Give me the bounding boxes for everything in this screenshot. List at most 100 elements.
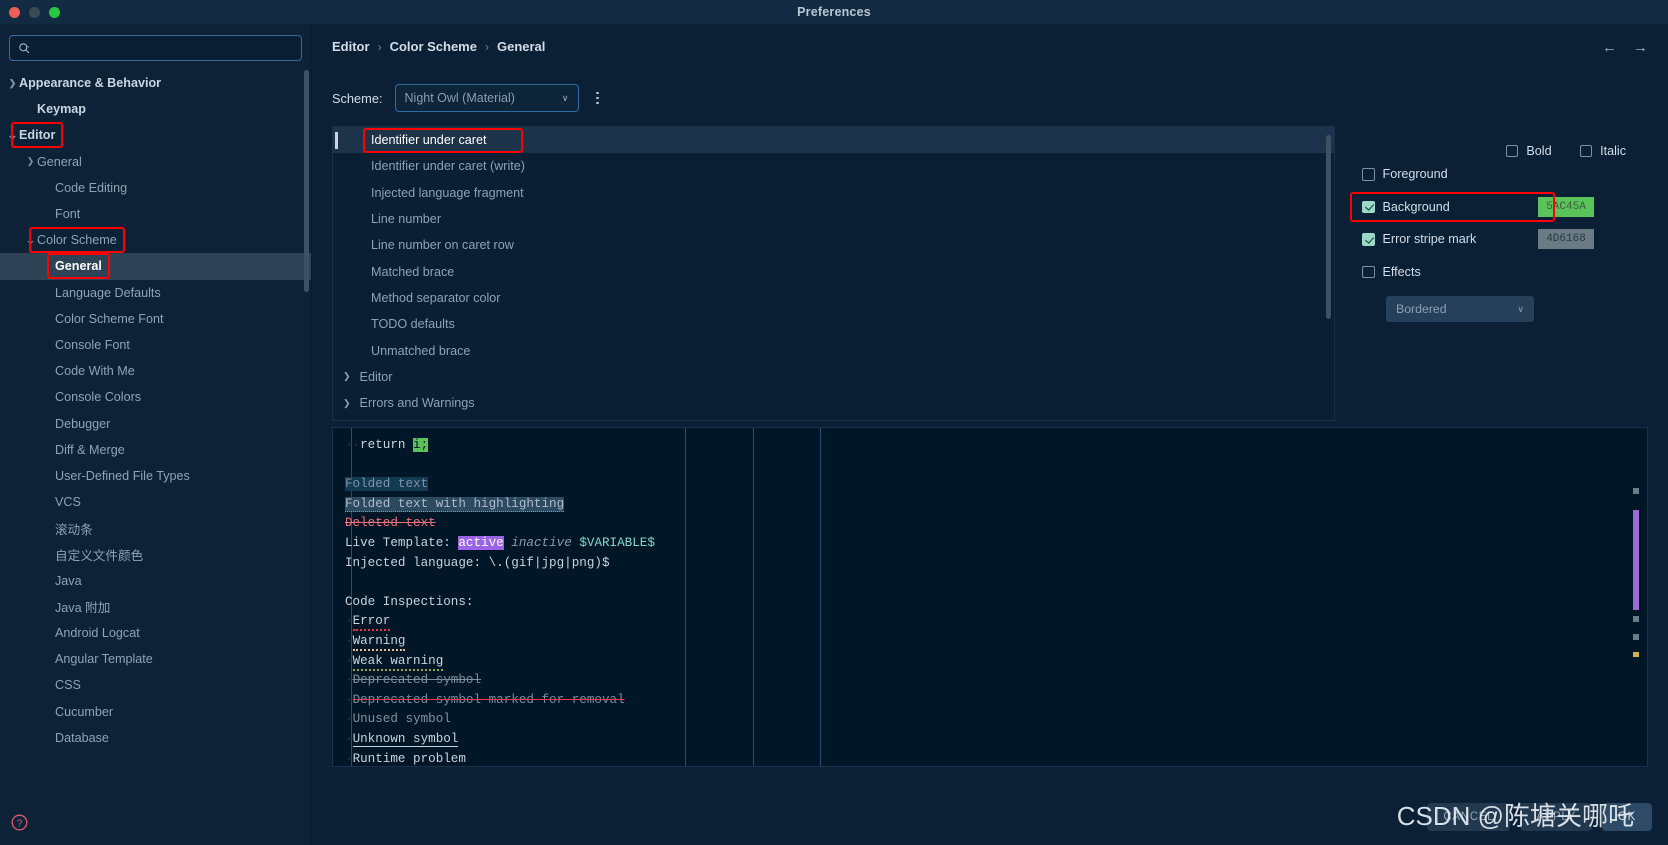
scheme-row: Scheme: Night Owl (Material) ∨	[332, 84, 605, 112]
sidebar-item-language-defaults[interactable]: Language Defaults	[0, 280, 311, 306]
attribute-item[interactable]: Unmatched brace	[333, 337, 1334, 363]
preview-line-folded-highlight: Folded text with highlighting	[345, 496, 565, 512]
breadcrumb-item[interactable]: Color Scheme	[390, 39, 477, 54]
sidebar-item-android-logcat[interactable]: Android Logcat	[0, 620, 311, 646]
foreground-label: Foreground	[1382, 167, 1448, 182]
sidebar-item-console-font[interactable]: Console Font	[0, 332, 311, 358]
apply-button[interactable]: APPLY	[1520, 803, 1592, 831]
preview-line-error: ·Error	[345, 612, 1647, 632]
effects-option-row: Effects	[1350, 256, 1650, 289]
sidebar-item-cucumber[interactable]: Cucumber	[0, 699, 311, 725]
svg-text:?: ?	[17, 818, 23, 829]
error-stripe-color-swatch[interactable]: 4D6168	[1538, 229, 1594, 250]
italic-checkbox-box[interactable]	[1579, 144, 1593, 158]
effects-type-dropdown[interactable]: Bordered ∨	[1386, 296, 1534, 322]
search-box[interactable]	[9, 35, 302, 61]
scheme-options-kebab-icon[interactable]	[591, 87, 605, 109]
italic-checkbox[interactable]: Italic	[1579, 144, 1626, 158]
error-stripe-checkbox[interactable]: Error stripe mark	[1362, 232, 1538, 246]
attribute-group-label: Errors and Warnings	[359, 396, 475, 411]
sidebar-item-editor[interactable]: ⌄ Editor	[0, 122, 311, 148]
attribute-item-label: TODO defaults	[371, 317, 455, 332]
attributes-scrollbar[interactable]	[1326, 135, 1331, 319]
chevron-right-icon[interactable]: ❯	[343, 398, 351, 409]
minimize-window-button[interactable]	[29, 6, 40, 18]
preview-line-injected: Injected language: \.(gif|jpg|png)$	[345, 555, 610, 570]
sidebar-item-vcs[interactable]: VCS	[0, 489, 311, 515]
sidebar-item-label: Angular Template	[55, 652, 153, 667]
zoom-window-button[interactable]	[49, 6, 60, 18]
error-stripe-bar[interactable]	[1633, 488, 1639, 688]
chevron-right-icon[interactable]: ❯	[6, 78, 19, 89]
sidebar-item-database[interactable]: Database	[0, 725, 311, 751]
sidebar-item-angular-template[interactable]: Angular Template	[0, 646, 311, 672]
sidebar-item-diff-merge[interactable]: Diff & Merge	[0, 437, 311, 463]
effects-checkbox[interactable]: Effects	[1362, 265, 1538, 279]
sidebar-item-java-附加[interactable]: Java 附加	[0, 594, 311, 620]
help-button[interactable]: ?	[11, 814, 28, 831]
sidebar-scrollbar[interactable]	[304, 70, 309, 292]
sidebar-item-debugger[interactable]: Debugger	[0, 410, 311, 436]
chevron-down-icon[interactable]: ⌄	[24, 232, 37, 248]
chevron-down-icon[interactable]: ⌄	[6, 127, 19, 143]
sidebar-item-滚动条[interactable]: 滚动条	[0, 515, 311, 541]
search-area	[0, 24, 311, 61]
chevron-right-icon[interactable]: ❯	[343, 371, 351, 382]
attribute-item[interactable]: Line number on caret row	[333, 232, 1334, 258]
font-style-row: Bold Italic	[1350, 126, 1650, 158]
attribute-group[interactable]: ❯ Errors and Warnings	[333, 390, 1334, 416]
sidebar-item-自定义文件颜色[interactable]: 自定义文件颜色	[0, 541, 311, 567]
attribute-item[interactable]: Method separator color	[333, 285, 1334, 311]
attribute-item[interactable]: Matched brace	[333, 258, 1334, 284]
breadcrumb-item[interactable]: Editor	[332, 39, 370, 54]
sidebar-item-label: Cucumber	[55, 704, 114, 719]
scheme-dropdown[interactable]: Night Owl (Material) ∨	[394, 84, 579, 112]
background-color-swatch[interactable]: 5AC45A	[1538, 196, 1594, 217]
breadcrumb-item[interactable]: General	[497, 39, 545, 54]
sidebar-item-label: Appearance & Behavior	[19, 76, 162, 91]
sidebar-item-font[interactable]: Font	[0, 201, 311, 227]
close-window-button[interactable]	[9, 6, 20, 18]
effects-checkbox-box[interactable]	[1362, 265, 1375, 278]
attribute-item[interactable]: Identifier under caret	[333, 127, 1334, 154]
bold-checkbox[interactable]: Bold	[1505, 144, 1552, 158]
sidebar-item-label: Color Scheme Font	[55, 311, 164, 326]
foreground-checkbox[interactable]: Foreground	[1362, 167, 1538, 181]
sidebar-item-color-scheme[interactable]: ⌄ Color Scheme	[0, 227, 311, 253]
sidebar-item-label: Console Colors	[55, 390, 142, 405]
scheme-value: Night Owl (Material)	[404, 91, 515, 105]
chevron-right-icon[interactable]: ❯	[24, 156, 37, 167]
sidebar-item-label: CSS	[55, 678, 81, 693]
background-checkbox[interactable]: Background	[1362, 200, 1538, 214]
attribute-item-label: Identifier under caret (write)	[371, 159, 525, 174]
bold-checkbox-box[interactable]	[1505, 144, 1519, 158]
sidebar-item-css[interactable]: CSS	[0, 672, 311, 698]
preview-line-warning: ·Warning	[345, 632, 1647, 652]
forward-arrow-icon[interactable]: →	[1633, 40, 1648, 55]
background-checkbox-box[interactable]	[1362, 200, 1375, 213]
color-scheme-preview[interactable]: ··return i; Folded text Folded text with…	[332, 427, 1648, 767]
search-input[interactable]	[36, 41, 293, 55]
cancel-button[interactable]: CANCEL	[1427, 803, 1511, 831]
sidebar-item-keymap[interactable]: Keymap	[0, 96, 311, 122]
sidebar-item-general[interactable]: General	[0, 253, 311, 280]
sidebar-item-console-colors[interactable]: Console Colors	[0, 384, 311, 410]
foreground-option-row: Foreground	[1350, 158, 1650, 191]
ok-button[interactable]: OK	[1601, 803, 1652, 831]
sidebar-item-appearance-behavior[interactable]: ❯ Appearance & Behavior	[0, 70, 311, 96]
sidebar-item-code-with-me[interactable]: Code With Me	[0, 358, 311, 384]
chevron-down-icon: ∨	[561, 92, 569, 103]
sidebar-item-general[interactable]: ❯ General	[0, 149, 311, 175]
attribute-item[interactable]: TODO defaults	[333, 311, 1334, 337]
sidebar-item-java[interactable]: Java	[0, 568, 311, 594]
foreground-checkbox-box[interactable]	[1362, 168, 1375, 181]
error-stripe-checkbox-box[interactable]	[1362, 233, 1375, 246]
sidebar-item-user-defined-file-types[interactable]: User-Defined File Types	[0, 463, 311, 489]
sidebar-item-code-editing[interactable]: Code Editing	[0, 175, 311, 201]
attribute-item[interactable]: Injected language fragment	[333, 180, 1334, 206]
attribute-item[interactable]: Line number	[333, 206, 1334, 232]
sidebar-item-color-scheme-font[interactable]: Color Scheme Font	[0, 306, 311, 332]
back-arrow-icon[interactable]: ←	[1602, 40, 1617, 55]
attribute-item[interactable]: Identifier under caret (write)	[333, 153, 1334, 179]
attribute-group[interactable]: ❯ Editor	[333, 364, 1334, 390]
